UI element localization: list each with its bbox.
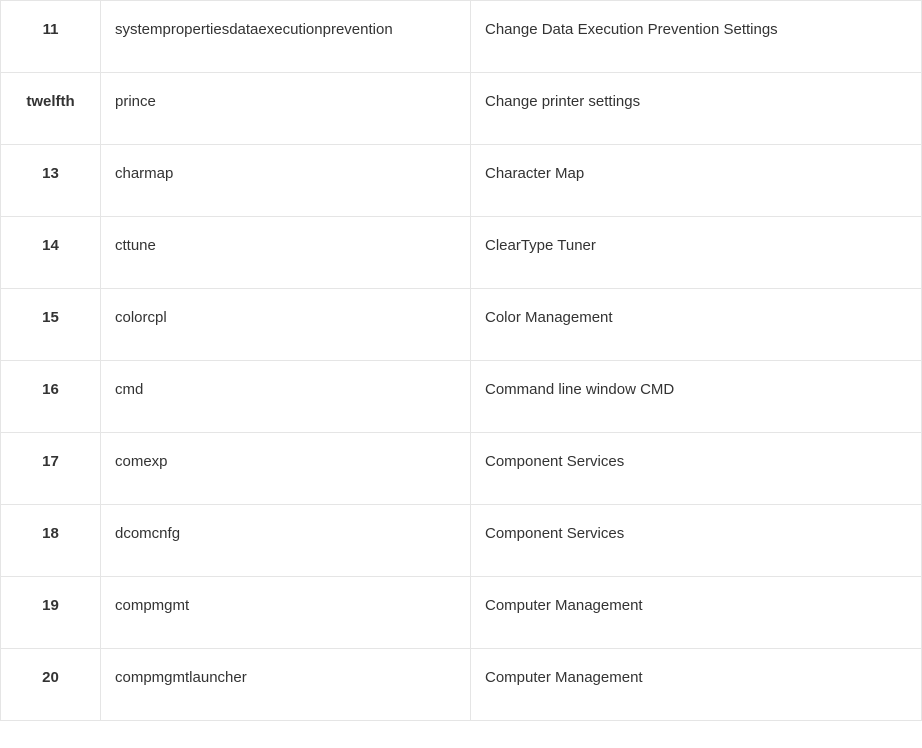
row-command: dcomcnfg <box>101 505 471 577</box>
row-command: colorcpl <box>101 289 471 361</box>
table-row: 20 compmgmtlauncher Computer Management <box>1 649 922 721</box>
row-index: 14 <box>1 217 101 289</box>
table-row: 16 cmd Command line window CMD <box>1 361 922 433</box>
row-description: Component Services <box>471 505 922 577</box>
row-description: Change printer settings <box>471 73 922 145</box>
table-row: 17 comexp Component Services <box>1 433 922 505</box>
table-row: twelfth prince Change printer settings <box>1 73 922 145</box>
row-description: Character Map <box>471 145 922 217</box>
row-description: Component Services <box>471 433 922 505</box>
row-command: compmgmtlauncher <box>101 649 471 721</box>
row-index: 13 <box>1 145 101 217</box>
row-index: 15 <box>1 289 101 361</box>
row-index: 16 <box>1 361 101 433</box>
row-description: ClearType Tuner <box>471 217 922 289</box>
commands-table-container: 11 systempropertiesdataexecutionpreventi… <box>0 0 922 721</box>
row-command: cttune <box>101 217 471 289</box>
row-index: 17 <box>1 433 101 505</box>
row-command: prince <box>101 73 471 145</box>
row-command: compmgmt <box>101 577 471 649</box>
row-description: Color Management <box>471 289 922 361</box>
table-row: 14 cttune ClearType Tuner <box>1 217 922 289</box>
table-row: 18 dcomcnfg Component Services <box>1 505 922 577</box>
row-command: comexp <box>101 433 471 505</box>
row-command: charmap <box>101 145 471 217</box>
row-index: twelfth <box>1 73 101 145</box>
row-description: Computer Management <box>471 577 922 649</box>
commands-table-body: 11 systempropertiesdataexecutionpreventi… <box>1 1 922 721</box>
row-index: 11 <box>1 1 101 73</box>
row-description: Command line window CMD <box>471 361 922 433</box>
row-command: systempropertiesdataexecutionprevention <box>101 1 471 73</box>
row-index: 19 <box>1 577 101 649</box>
row-command: cmd <box>101 361 471 433</box>
table-row: 15 colorcpl Color Management <box>1 289 922 361</box>
table-row: 13 charmap Character Map <box>1 145 922 217</box>
row-description: Change Data Execution Prevention Setting… <box>471 1 922 73</box>
commands-table: 11 systempropertiesdataexecutionpreventi… <box>0 0 922 721</box>
table-row: 11 systempropertiesdataexecutionpreventi… <box>1 1 922 73</box>
row-description: Computer Management <box>471 649 922 721</box>
table-row: 19 compmgmt Computer Management <box>1 577 922 649</box>
row-index: 18 <box>1 505 101 577</box>
row-index: 20 <box>1 649 101 721</box>
